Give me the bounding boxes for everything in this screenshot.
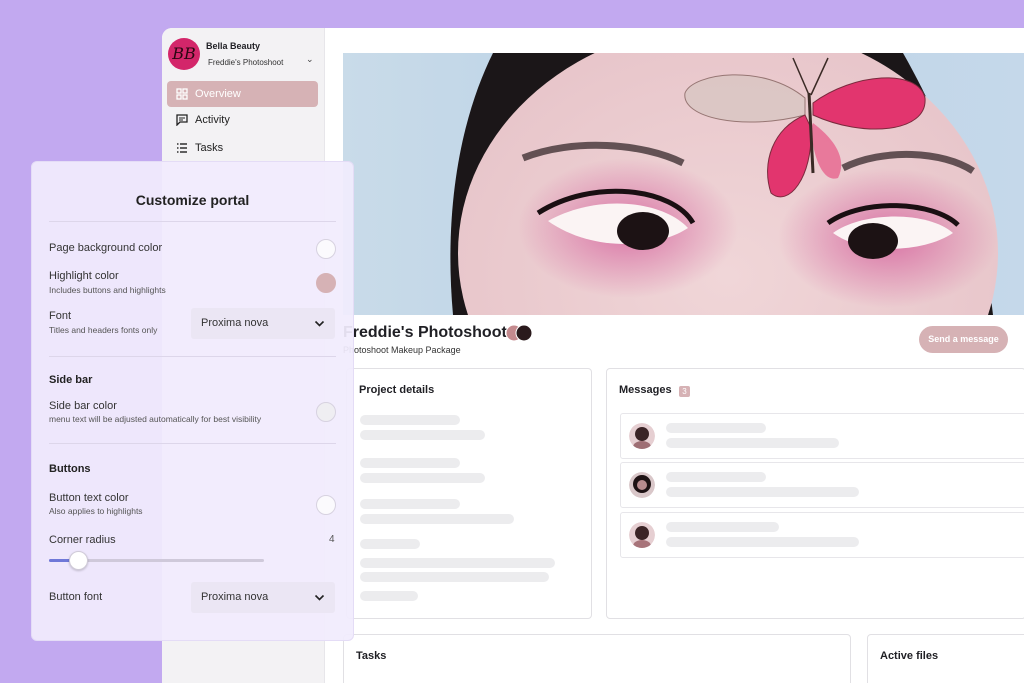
sidebar-item-label: Overview <box>195 88 241 100</box>
cover-photo-art <box>450 53 998 315</box>
sidebar-item-activity[interactable]: Activity <box>167 107 318 133</box>
customize-portal-panel: Customize portal Page background color H… <box>31 161 354 641</box>
avatar <box>629 472 655 498</box>
chevron-down-icon: ⌄ <box>306 54 314 64</box>
corner-radius-value: 4 <box>329 534 335 545</box>
brand-logo: BB <box>168 38 200 70</box>
message-count-badge: 3 <box>679 386 690 397</box>
font-select[interactable]: Proxima nova <box>191 308 335 339</box>
skeleton-line <box>360 514 514 524</box>
button-text-color-hint: Also applies to highlights <box>49 506 143 516</box>
card-title: Messages <box>619 384 672 396</box>
brand-name: Bella Beauty <box>206 41 261 51</box>
sidebar-item-label: Tasks <box>195 142 224 154</box>
font-hint: Titles and headers fonts only <box>49 325 158 335</box>
sidebar-item-overview[interactable]: Overview <box>167 81 318 107</box>
messages-card: Messages 3 <box>606 368 1024 619</box>
divider <box>49 443 336 444</box>
project-details-card: Project details <box>346 368 592 619</box>
tasks-card: Tasks <box>343 634 851 683</box>
sidebar-color-label: Side bar color <box>49 400 117 412</box>
skeleton-line <box>360 558 555 568</box>
highlight-color-swatch[interactable] <box>316 273 336 293</box>
corner-radius-slider-thumb[interactable] <box>69 551 88 570</box>
chevron-down-icon <box>314 594 325 601</box>
skeleton-line <box>666 487 859 497</box>
message-item[interactable] <box>620 413 1024 459</box>
font-label: Font <box>49 310 72 322</box>
chevron-down-icon <box>314 320 325 327</box>
highlight-label: Highlight color <box>49 270 119 282</box>
corner-radius-label: Corner radius <box>49 534 116 546</box>
page-bg-color-swatch[interactable] <box>316 239 336 259</box>
button-font-label: Button font <box>49 591 103 603</box>
button-font-select[interactable]: Proxima nova <box>191 582 335 613</box>
sidebar-section-heading: Side bar <box>49 374 93 386</box>
message-item[interactable] <box>620 462 1024 508</box>
brand-switcher[interactable]: BB Bella Beauty Freddie's Photoshoot ⌄ <box>168 38 318 72</box>
skeleton-line <box>666 423 766 433</box>
project-subtitle: Photoshoot Makeup Package <box>343 345 461 355</box>
divider <box>49 221 336 222</box>
chat-icon <box>176 114 188 126</box>
sidebar-color-swatch[interactable] <box>316 402 336 422</box>
card-title: Tasks <box>356 650 387 662</box>
skeleton-line <box>666 438 839 448</box>
grid-icon <box>176 88 188 100</box>
card-title: Active files <box>880 650 939 662</box>
active-files-card: Active files <box>867 634 1024 683</box>
skeleton-line <box>666 522 779 532</box>
avatar <box>629 423 655 449</box>
cover-photo <box>343 53 1024 315</box>
skeleton-line <box>360 572 549 582</box>
skeleton-line <box>360 458 460 468</box>
skeleton-line <box>360 473 485 483</box>
project-title: Freddie's Photoshoot <box>343 324 507 341</box>
skeleton-line <box>360 430 485 440</box>
skeleton-line <box>360 539 420 549</box>
button-text-color-swatch[interactable] <box>316 495 336 515</box>
sidebar-item-label: Activity <box>195 114 230 126</box>
sidebar-color-hint: menu text will be adjusted automatically… <box>49 414 262 424</box>
send-message-button[interactable]: Send a message <box>919 326 1008 353</box>
skeleton-line <box>666 472 766 482</box>
card-title: Project details <box>359 384 435 396</box>
skeleton-line <box>360 591 418 601</box>
panel-title: Customize portal <box>135 192 250 208</box>
page-bg-label: Page background color <box>49 242 163 254</box>
buttons-section-heading: Buttons <box>49 463 91 475</box>
sidebar-item-tasks[interactable]: Tasks <box>167 135 318 161</box>
font-select-value: Proxima nova <box>201 317 269 329</box>
list-icon <box>177 143 187 153</box>
skeleton-line <box>666 537 859 547</box>
button-text-color-label: Button text color <box>49 492 129 504</box>
team-avatars <box>505 324 533 342</box>
button-font-select-value: Proxima nova <box>201 591 269 603</box>
skeleton-line <box>360 415 460 425</box>
avatar <box>629 522 655 548</box>
skeleton-line <box>360 499 460 509</box>
highlight-hint: Includes buttons and highlights <box>49 285 166 295</box>
divider <box>49 356 336 357</box>
brand-project: Freddie's Photoshoot <box>208 58 284 67</box>
message-item[interactable] <box>620 512 1024 558</box>
